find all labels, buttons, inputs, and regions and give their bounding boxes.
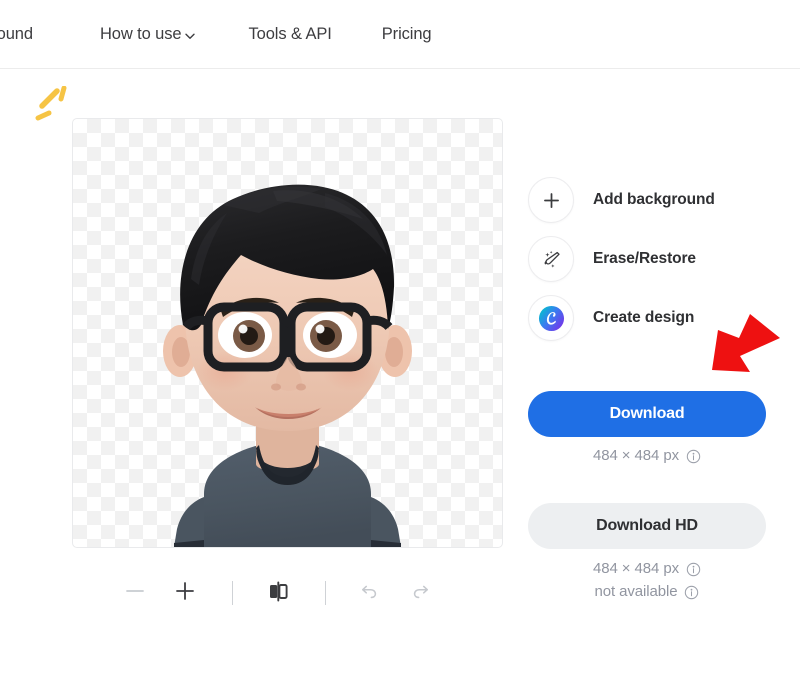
action-list: Add background Erase/Restore Create desi… xyxy=(528,176,778,353)
download-hd-size-info: 484 × 484 px xyxy=(528,560,766,577)
toolbar-divider xyxy=(325,581,326,605)
download-hd-size-label: 484 × 484 px xyxy=(593,560,679,577)
download-hd-status-label: not available xyxy=(594,583,678,600)
nav-item-remove-background[interactable]: kground xyxy=(0,25,33,44)
zoom-in-button[interactable] xyxy=(168,576,202,610)
zoom-in-icon xyxy=(174,580,196,607)
download-button[interactable]: Download xyxy=(528,391,766,437)
info-circle-icon[interactable] xyxy=(686,562,701,577)
magic-brush-icon xyxy=(528,236,574,282)
nav-item-pricing[interactable]: Pricing xyxy=(382,25,432,44)
action-create-design[interactable]: Create design xyxy=(528,294,778,342)
compare-toggle-button[interactable] xyxy=(261,576,295,610)
redo-icon xyxy=(410,580,432,607)
zoom-out-icon xyxy=(124,580,146,607)
nav-item-list: kground How to use Tools & API Pricing xyxy=(0,0,432,69)
zoom-out-button[interactable] xyxy=(118,576,152,610)
chevron-down-icon xyxy=(184,30,196,41)
avatar-illustration xyxy=(163,184,412,547)
action-add-background[interactable]: Add background xyxy=(528,176,778,224)
image-preview-canvas[interactable] xyxy=(72,118,503,548)
nav-item-how-to-use[interactable]: How to use xyxy=(100,25,196,44)
undo-icon xyxy=(358,580,380,607)
nav-item-label: Pricing xyxy=(381,25,432,43)
avatar xyxy=(73,119,502,547)
toolbar-divider xyxy=(232,581,233,605)
action-label: Erase/Restore xyxy=(593,250,696,267)
download-size-label: 484 × 484 px xyxy=(593,447,679,464)
download-hd-status: not available xyxy=(528,583,766,600)
info-circle-icon[interactable] xyxy=(686,449,701,464)
plus-icon xyxy=(528,177,574,223)
download-hd-button[interactable]: Download HD xyxy=(528,503,766,549)
compare-split-icon xyxy=(266,579,290,608)
nav-item-label: How to use xyxy=(99,25,182,43)
nav-item-label: Tools & API xyxy=(248,25,332,43)
action-label: Add background xyxy=(593,191,715,208)
action-erase-restore[interactable]: Erase/Restore xyxy=(528,235,778,283)
nav-item-label: kground xyxy=(0,25,33,43)
undo-button[interactable] xyxy=(352,576,386,610)
top-navigation-bar: kground How to use Tools & API Pricing xyxy=(0,0,800,69)
download-size-info: 484 × 484 px xyxy=(528,447,766,464)
canvas-toolbar xyxy=(72,570,503,616)
info-circle-icon[interactable] xyxy=(684,585,699,600)
nav-item-tools-and-api[interactable]: Tools & API xyxy=(248,25,331,44)
canva-logo-icon xyxy=(528,295,574,341)
redo-button[interactable] xyxy=(404,576,438,610)
download-panel: Download 484 × 484 px Download HD 484 × … xyxy=(528,391,766,600)
action-label: Create design xyxy=(593,309,695,326)
